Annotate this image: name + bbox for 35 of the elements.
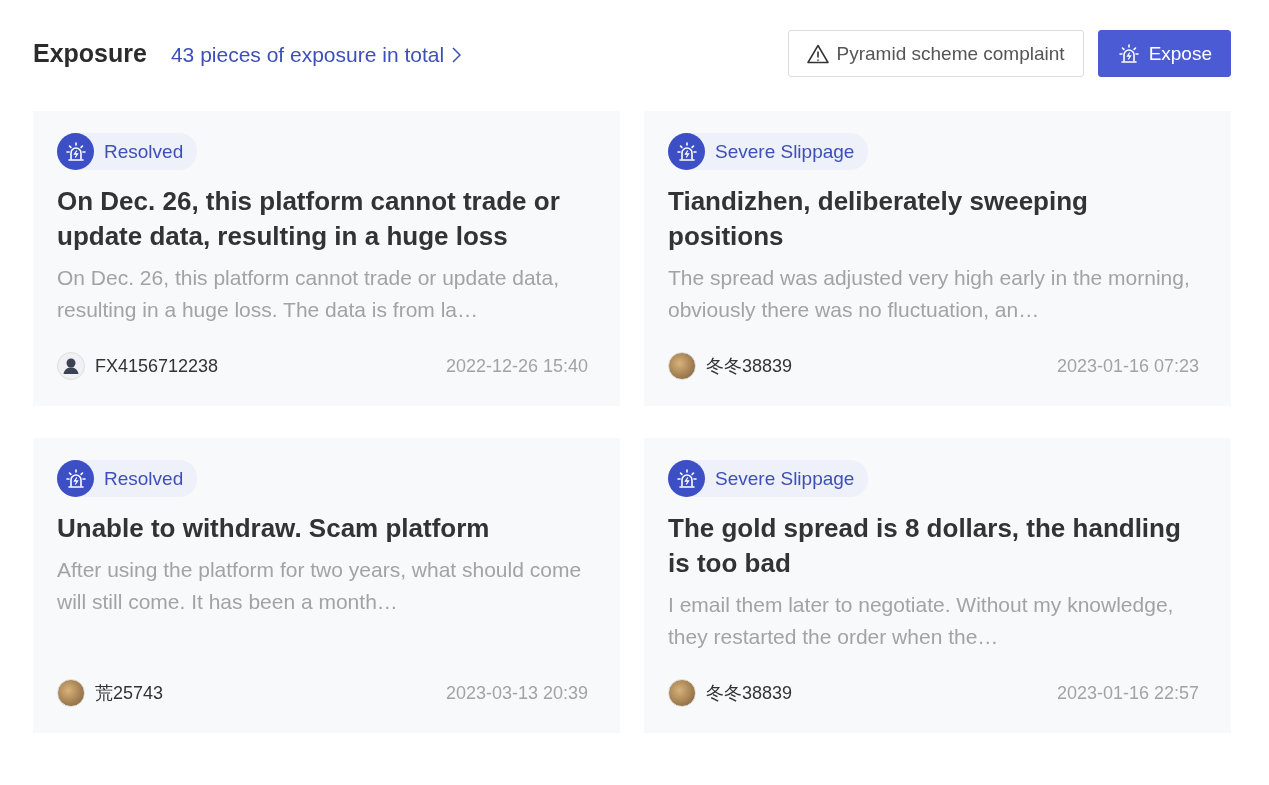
complaint-title[interactable]: The gold spread is 8 dollars, the handling is too bad [668, 511, 1199, 581]
user-name: 冬冬38839 [706, 682, 793, 705]
post-date: 2022-12-26 15:40 [445, 355, 588, 377]
avatar-image [668, 352, 696, 380]
post-date: 2023-03-13 20:39 [445, 682, 588, 704]
avatar-image [668, 679, 696, 707]
siren-icon [1116, 41, 1141, 66]
avatar-image [57, 679, 85, 707]
total-link[interactable]: 43 pieces of exposure in total [170, 43, 462, 67]
complaint-description: The spread was adjusted very high early in the morning, obviously there was no fluctuation, an… [668, 265, 1191, 323]
user-name: 荒25743 [95, 682, 164, 705]
complaint-description: On Dec. 26, this platform cannot trade or update data, resulting in a huge loss. The data is from la… [57, 265, 560, 323]
expose-button[interactable]: Expose [1097, 30, 1231, 77]
siren-icon [63, 466, 88, 491]
siren-icon [674, 466, 699, 491]
post-date: 2023-01-16 22:57 [1056, 682, 1199, 704]
complaint-title[interactable]: Unable to withdraw. Scam platform [57, 511, 588, 546]
user-name: FX4156712238 [95, 355, 219, 377]
avatar-icon [57, 352, 85, 380]
complaint-button[interactable]: Pyramid scheme complaint [787, 30, 1084, 77]
category-tag: Resolved [57, 460, 198, 497]
complaint-description: I email them later to negotiate. Without my knowledge, they restarted the order when the… [668, 592, 1175, 650]
siren-icon [63, 139, 88, 164]
siren-icon [674, 139, 699, 164]
complaint-title[interactable]: On Dec. 26, this platform cannot trade or update data, resulting in a huge loss [57, 184, 588, 254]
category-tag: Severe Slippage [668, 460, 869, 497]
warning-icon [806, 43, 829, 64]
section-title: Exposure [33, 39, 147, 68]
complaint-title[interactable]: Tiandizhen, deliberately sweeping positions [668, 184, 1199, 254]
chevron-right-icon [452, 47, 462, 63]
category-tag: Resolved [57, 133, 198, 170]
complaint-description: After using the platform for two years, what should come will still come. It has been a month… [57, 557, 583, 615]
user-name: 冬冬38839 [706, 355, 793, 378]
category-tag: Severe Slippage [668, 133, 869, 170]
post-date: 2023-01-16 07:23 [1056, 355, 1199, 377]
